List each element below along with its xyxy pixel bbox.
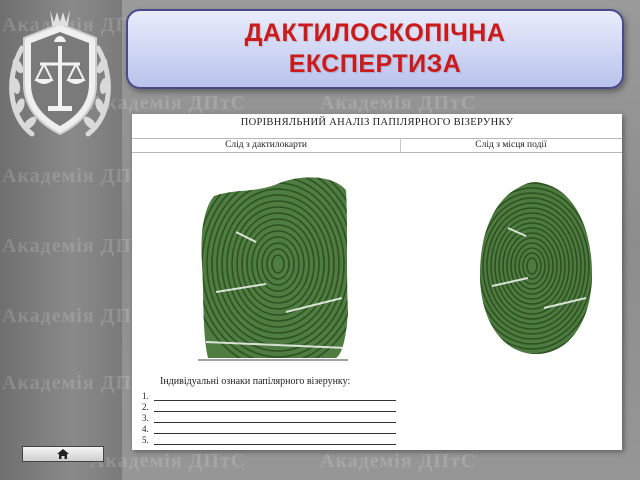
title-banner: ДАКТИЛОСКОПІЧНА ЕКСПЕРТИЗА <box>126 9 624 89</box>
scene-fingerprint-image <box>480 182 592 354</box>
feature-number: 3. <box>142 413 149 423</box>
card-fingerprint-image <box>198 177 348 361</box>
column-header-scene-print: Слід з місця події <box>475 140 547 150</box>
page-title-line2: ЕКСПЕРТИЗА <box>288 50 462 78</box>
blank-rule <box>154 403 396 412</box>
table-rule <box>132 138 622 139</box>
feature-line: 2. <box>142 401 396 412</box>
comparison-document: ПОРІВНЯЛЬНИЙ АНАЛІЗ ПАПІЛЯРНОГО ВІЗЕРУНК… <box>132 114 622 450</box>
feature-line: 5. <box>142 434 396 445</box>
feature-line: 1. <box>142 390 396 401</box>
page-title-line1: ДАКТИЛОСКОПІЧНА <box>244 19 506 47</box>
blank-rule <box>154 425 396 434</box>
feature-number: 1. <box>142 391 149 401</box>
blank-rule <box>154 392 396 401</box>
feature-number: 4. <box>142 424 149 434</box>
home-icon <box>57 449 69 459</box>
feature-number: 5. <box>142 435 149 445</box>
blank-rule <box>154 436 396 445</box>
blank-rule <box>154 414 396 423</box>
home-button[interactable] <box>22 446 104 462</box>
features-title: Індивідуальні ознаки папілярного візерун… <box>160 376 351 387</box>
table-rule <box>132 152 622 153</box>
feature-line: 4. <box>142 423 396 434</box>
column-header-card-print: Слід з дактилокарти <box>225 140 307 150</box>
document-heading: ПОРІВНЯЛЬНИЙ АНАЛІЗ ПАПІЛЯРНОГО ВІЗЕРУНК… <box>240 117 514 128</box>
academy-emblem <box>9 10 111 137</box>
feature-line: 3. <box>142 412 396 423</box>
feature-number: 2. <box>142 402 149 412</box>
